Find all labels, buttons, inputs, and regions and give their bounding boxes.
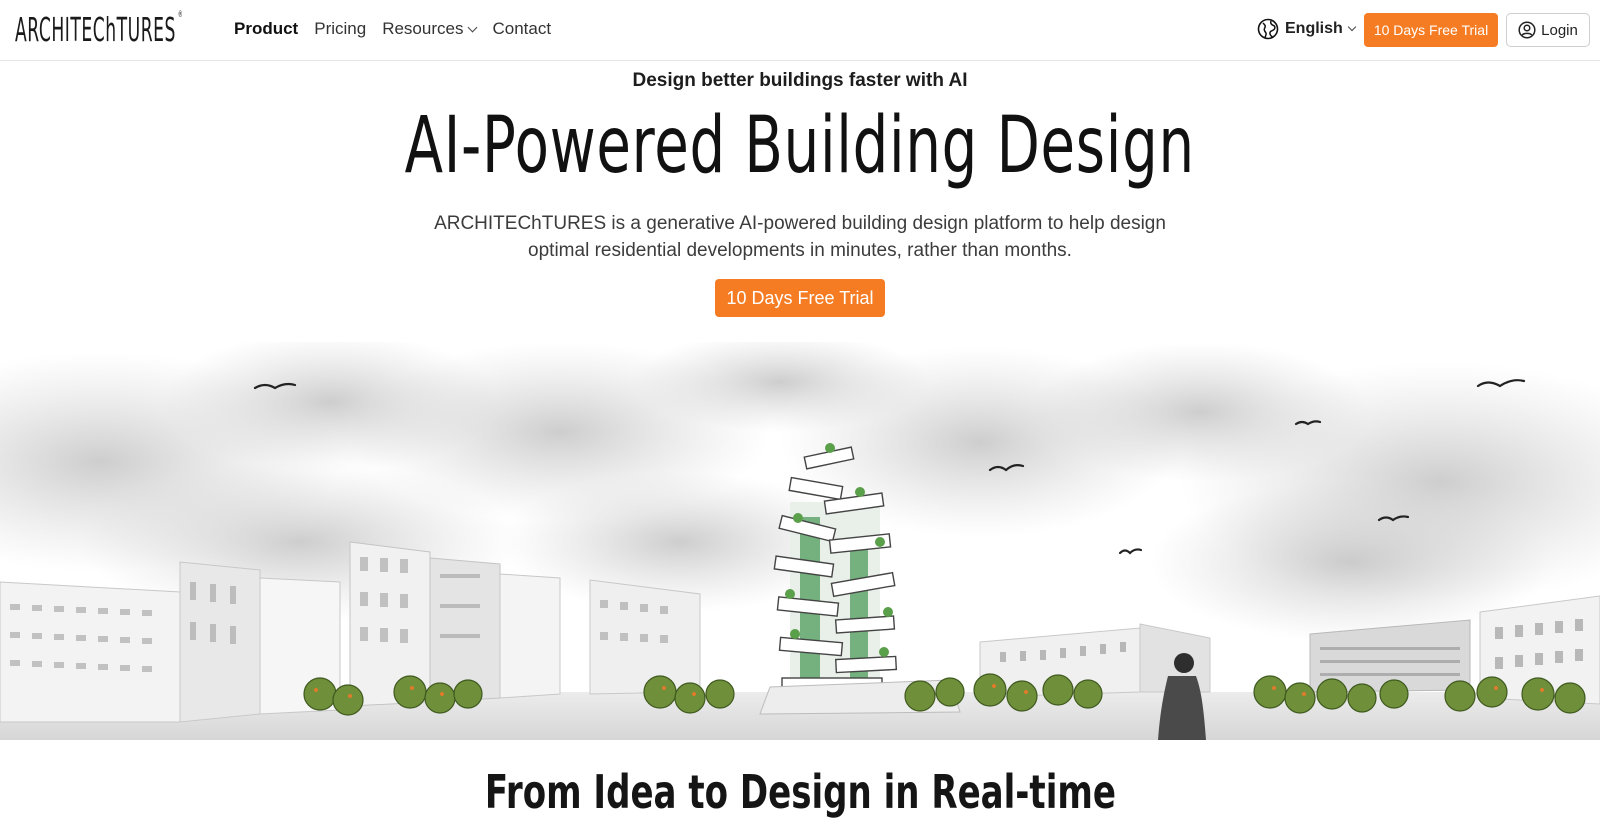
nav-item-label: Resources xyxy=(382,19,464,38)
hero-title: AI-Powered Building Design xyxy=(0,96,1600,196)
login-label: Login xyxy=(1541,21,1578,39)
site-header: ARCHITEChTURES ® Product Pricing Resource… xyxy=(0,0,1600,61)
logo-text: ARCHITEChTURES xyxy=(15,10,176,49)
free-trial-button[interactable]: 10 Days Free Trial xyxy=(1364,13,1498,47)
section-title: From Idea to Design in Real-time xyxy=(0,762,1600,822)
logo-registered-mark: ® xyxy=(177,10,184,20)
login-button[interactable]: Login xyxy=(1506,13,1590,47)
chevron-down-icon xyxy=(1347,22,1357,32)
section-title-text: From Idea to Design in Real-time xyxy=(484,765,1116,819)
nav-item-contact[interactable]: Contact xyxy=(492,19,551,39)
nav-item-pricing[interactable]: Pricing xyxy=(314,19,366,39)
nav-item-label: Contact xyxy=(492,19,552,38)
logo[interactable]: ARCHITEChTURES ® xyxy=(15,10,184,49)
hero-illustration xyxy=(0,342,1600,740)
hero-description: ARCHITEChTURES is a generative AI-powere… xyxy=(434,213,1166,261)
user-circle-icon xyxy=(1518,21,1536,39)
hero-free-trial-button[interactable]: 10 Days Free Trial xyxy=(715,279,885,317)
hero-title-text: AI-Powered Building Design xyxy=(404,101,1196,191)
nav-item-product[interactable]: Product xyxy=(234,19,298,39)
language-label: English xyxy=(1285,20,1343,37)
nav-item-label: Product xyxy=(234,19,299,38)
main-nav: Product Pricing Resources Contact xyxy=(234,19,551,39)
nav-item-resources[interactable]: Resources xyxy=(382,19,478,39)
nav-item-label: Pricing xyxy=(314,19,367,38)
hero-eyebrow: Design better buildings faster with AI xyxy=(632,70,968,91)
chevron-down-icon xyxy=(468,22,478,32)
language-selector[interactable]: English xyxy=(1257,18,1357,40)
globe-icon xyxy=(1257,18,1279,40)
